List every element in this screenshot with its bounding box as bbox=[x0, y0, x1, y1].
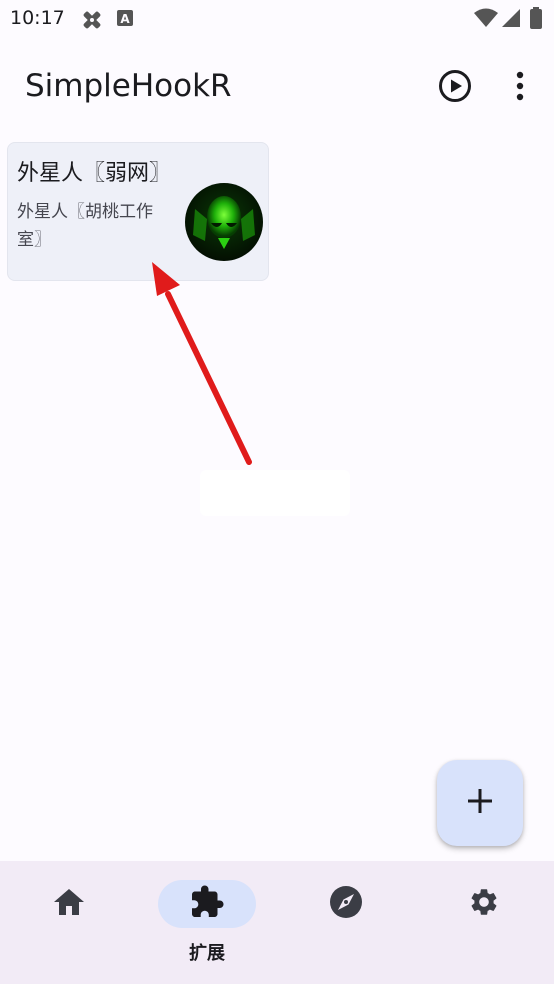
puzzle-icon bbox=[189, 884, 225, 924]
nav-discover-pill bbox=[297, 880, 395, 928]
play-icon bbox=[438, 69, 472, 107]
plus-icon bbox=[467, 788, 493, 818]
nav-extensions-label: 扩展 bbox=[189, 943, 225, 964]
wifi-icon bbox=[474, 8, 498, 32]
more-vert-icon bbox=[516, 71, 524, 105]
nav-extensions-pill bbox=[158, 880, 256, 928]
extension-card[interactable]: 外星人〖弱网〗 外星人〖胡桃工作室〗 bbox=[7, 142, 269, 281]
nav-settings-pill bbox=[435, 880, 533, 928]
app-title: SimpleHookR bbox=[25, 68, 232, 104]
more-options-button[interactable] bbox=[500, 68, 540, 108]
play-button[interactable] bbox=[435, 68, 475, 108]
extension-subtitle: 外星人〖胡桃工作室〗 bbox=[17, 202, 153, 250]
gear-icon bbox=[468, 886, 500, 922]
extension-title: 外星人〖弱网〗 bbox=[17, 161, 172, 186]
notification-icon bbox=[81, 9, 103, 35]
top-app-bar: SimpleHookR bbox=[0, 50, 554, 126]
battery-icon bbox=[530, 7, 542, 33]
signal-icon bbox=[501, 8, 521, 32]
a-badge-icon: A bbox=[117, 10, 133, 30]
nav-item-settings[interactable] bbox=[415, 861, 553, 984]
status-bar: 10:17 A bbox=[0, 0, 554, 40]
bottom-navigation: 扩展 bbox=[0, 861, 554, 984]
annotation-blur bbox=[200, 470, 350, 516]
compass-icon bbox=[329, 885, 363, 923]
extension-avatar-icon bbox=[185, 183, 263, 261]
home-icon bbox=[53, 887, 85, 921]
add-extension-button[interactable] bbox=[437, 760, 523, 846]
nav-item-discover[interactable] bbox=[277, 861, 415, 984]
svg-text:A: A bbox=[120, 12, 130, 26]
nav-item-extensions[interactable]: 扩展 bbox=[138, 861, 276, 984]
nav-item-home[interactable] bbox=[0, 861, 138, 984]
nav-home-pill bbox=[20, 880, 118, 928]
status-time: 10:17 bbox=[10, 7, 65, 29]
